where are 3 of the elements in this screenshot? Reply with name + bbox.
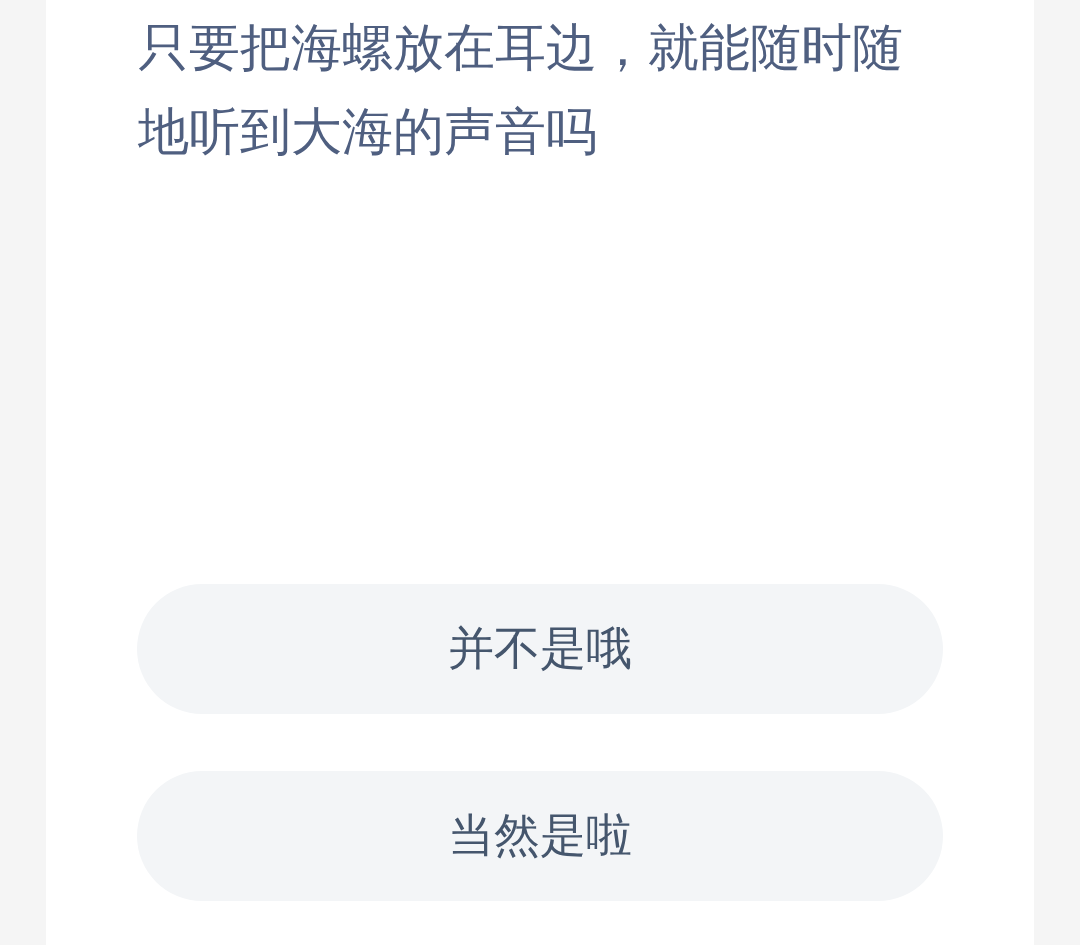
question-text: 只要把海螺放在耳边，就能随时随地听到大海的声音吗 xyxy=(138,17,904,163)
answer-button[interactable]: 当然是啦 xyxy=(137,771,943,901)
answer-button[interactable]: 并不是哦 xyxy=(137,584,943,714)
